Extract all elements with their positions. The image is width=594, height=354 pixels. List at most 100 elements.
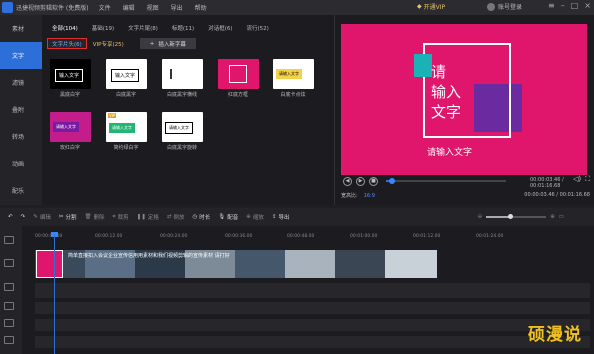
preview-title-line: 请 — [431, 63, 447, 81]
preview-title[interactable]: 请 输入 文字 — [431, 62, 501, 122]
template-thumb-white-line[interactable] — [162, 59, 203, 89]
zoom-in-icon[interactable]: ⊕ — [550, 214, 555, 220]
freeze-icon: ❚❚ — [136, 214, 146, 220]
subtab-vip[interactable]: VIP专享(25) — [89, 38, 128, 49]
voiceover-button[interactable]: 🎙 配音 — [218, 213, 238, 221]
duration-button[interactable]: ◷ 时长 — [192, 213, 210, 221]
playback-progress[interactable] — [386, 178, 506, 184]
ratio-label: 宽高比: — [341, 193, 358, 199]
tab-title[interactable]: 标题(11) — [172, 24, 194, 32]
template-label: 白底黑字旋转 — [166, 145, 197, 151]
menu-help[interactable]: 帮助 — [195, 3, 207, 12]
pip-track-icon[interactable] — [4, 283, 14, 291]
zoom-button[interactable]: ⊕ 缩放 — [246, 213, 264, 221]
reverse-icon: ⇄ — [166, 214, 172, 220]
crop-button[interactable]: ⌗ 裁剪 — [112, 213, 128, 222]
menu-file[interactable]: 文件 — [99, 3, 111, 12]
time-ruler[interactable]: 00:00:00.00 00:00:12.00 00:00:24.00 00:0… — [35, 234, 590, 244]
sidebar-item-filter[interactable]: 滤镜 — [0, 69, 42, 96]
zoom-slider[interactable] — [486, 214, 547, 219]
preview-canvas[interactable]: 请 输入 文字 请输入文字 — [341, 24, 587, 175]
trash-icon: 🗑 — [84, 214, 92, 220]
fullscreen-icon[interactable]: ⛶ — [585, 175, 590, 184]
ruler-label: 00:01:24.00 — [476, 234, 504, 239]
video-track-icon[interactable] — [4, 259, 14, 267]
tab-all[interactable]: 全部(104) — [52, 24, 78, 32]
zoom-handle[interactable] — [508, 214, 514, 219]
login-button[interactable]: 账号登录 — [487, 2, 522, 11]
stop-icon[interactable]: ■ — [369, 176, 378, 186]
sidebar-item-transition[interactable]: 转场 — [0, 123, 42, 150]
template-thumb-white-rotate[interactable]: 请输入文字 — [162, 112, 203, 142]
delete-button[interactable]: 🗑 删除 — [84, 213, 104, 221]
vip-button[interactable]: ◆ 开通VIP — [417, 2, 445, 11]
template-label: 白底黑字 — [115, 92, 136, 98]
app-title: 迅捷视频剪辑软件 (免费版) — [16, 5, 89, 12]
pip-track[interactable] — [35, 283, 590, 298]
template-thumb-green-white[interactable]: VIP 请输入文字 — [106, 112, 147, 142]
redo-icon[interactable]: ↷ — [21, 214, 26, 220]
thumb-frame — [229, 65, 247, 83]
track-header — [0, 226, 22, 354]
duration-label: 时长 — [199, 215, 211, 221]
tab-dialog[interactable]: 对话框(6) — [208, 24, 232, 32]
close-icon[interactable]: × — [584, 1, 591, 10]
preview-area: 请 输入 文字 请输入文字 ◀ ▶ ■ 00:00:03.46 / 00:01:… — [335, 15, 594, 205]
preview-right-controls: ◁) ⛶ — [573, 175, 590, 184]
tab-basic[interactable]: 基础(19) — [92, 24, 114, 32]
prev-frame-icon[interactable]: ◀ — [343, 176, 352, 186]
undo-icon[interactable]: ↶ — [8, 214, 13, 220]
sidebar-item-music[interactable]: 配乐 — [0, 177, 42, 204]
music-track-icon[interactable] — [4, 319, 14, 327]
zoom-out-icon[interactable]: ⊖ — [478, 214, 483, 220]
avatar — [487, 2, 495, 11]
music-track[interactable] — [35, 319, 590, 331]
fit-icon[interactable]: ▭ — [559, 214, 564, 220]
thumb-text: 请输入文字 — [165, 122, 193, 134]
preview-caption[interactable]: 请输入文字 — [427, 145, 472, 158]
menu-view[interactable]: 视图 — [147, 3, 159, 12]
playhead[interactable] — [54, 234, 55, 354]
aspect-ratio[interactable]: 宽高比: 16:9 — [341, 192, 375, 199]
tab-ending[interactable]: 文字片尾(8) — [128, 24, 158, 32]
ruler-label: 00:00:36.00 — [225, 234, 253, 239]
cut-button[interactable]: ✂ 分割 — [59, 213, 77, 221]
material-panel: 全部(104) 基础(19) 文字片尾(8) 标题(11) 对话框(6) 流行(… — [42, 15, 335, 205]
total-time-small: 00:01:16.68 — [559, 192, 590, 198]
ruler-label: 00:01:12.00 — [413, 234, 441, 239]
add-track-icon[interactable] — [4, 236, 14, 244]
app-window: 迅捷视频剪辑软件 (免费版) 文件 编辑 视图 导出 帮助 ◆ 开通VIP 账号… — [0, 0, 594, 354]
audio-track-icon[interactable] — [4, 336, 14, 344]
template-thumb-rose-white[interactable]: 请输入文字 — [50, 112, 91, 142]
text-clip[interactable] — [36, 250, 63, 278]
template-thumb-white-black[interactable]: 输入文字 — [106, 59, 147, 89]
menu-icon[interactable]: ≡ — [548, 1, 555, 10]
menu-export[interactable]: 导出 — [171, 3, 183, 12]
volume-icon[interactable]: ◁) — [573, 175, 581, 184]
zoom-label: 缩放 — [252, 215, 264, 221]
menu-edit[interactable]: 编辑 — [123, 3, 135, 12]
export-icon: ⇪ — [271, 214, 277, 220]
template-thumb-black-white[interactable]: 输入文字 — [50, 59, 91, 89]
freeze-button[interactable]: ❚❚ 定格 — [137, 213, 159, 221]
export-button[interactable]: ⇪ 导出 — [272, 213, 290, 221]
preview-teal-block — [414, 54, 432, 77]
sidebar-item-text[interactable]: 文字 — [0, 42, 42, 69]
tab-popular[interactable]: 流行(52) — [246, 24, 268, 32]
text-track-icon[interactable] — [4, 302, 14, 310]
play-icon[interactable]: ▶ — [356, 176, 365, 186]
sidebar-item-overlay[interactable]: 叠附 — [0, 96, 42, 123]
sidebar-item-material[interactable]: 素材 — [0, 15, 42, 42]
progress-handle[interactable] — [389, 178, 395, 184]
add-subtitle-button[interactable]: + 插入新字幕 — [139, 38, 196, 49]
reverse-button[interactable]: ⇄ 倒放 — [167, 213, 185, 221]
sidebar-item-animation[interactable]: 动画 — [0, 150, 42, 177]
template-thumb-white-beat[interactable]: 请输入文字 — [273, 59, 314, 89]
minimize-icon[interactable]: – — [561, 1, 565, 10]
subtab-opening[interactable]: 文字片头(6) — [47, 38, 87, 49]
template-thumb-red-frame[interactable] — [218, 59, 259, 89]
edit-button[interactable]: ✎ 编辑 — [33, 213, 51, 221]
audio-track[interactable] — [35, 336, 590, 348]
maximize-icon[interactable]: □ — [571, 1, 579, 10]
text-track[interactable] — [35, 302, 590, 314]
